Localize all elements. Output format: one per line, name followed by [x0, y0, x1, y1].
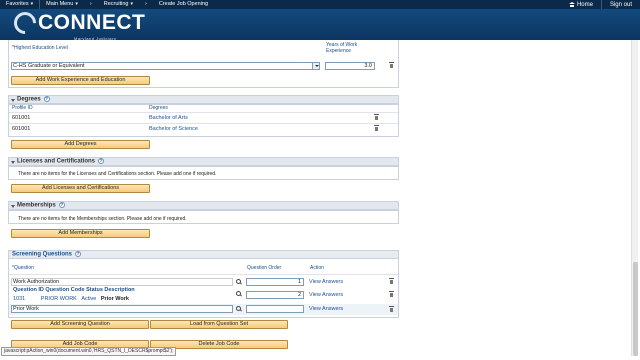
tooltip-row[interactable]: 1031 PRIOR WORK Active Prior Work [13, 296, 129, 302]
screening-section-header: Screening Questions? [8, 250, 399, 259]
add-screening-question-button[interactable]: Add Screening Question [11, 320, 149, 329]
licenses-section-header[interactable]: Licenses and Certifications? [8, 157, 399, 166]
question-prompt-tooltip: Question ID Question Code Status Descrip… [11, 286, 233, 304]
add-memberships-button[interactable]: Add Memberships [11, 229, 150, 238]
main-menu[interactable]: Main Menu ▾ [40, 0, 84, 9]
top-nav-bar: Favorites ▾ Main Menu ▾ › Recruiting ▾ › Cr… [0, 0, 640, 9]
chevron-down-icon[interactable] [312, 63, 319, 69]
collapse-triangle-icon[interactable] [11, 160, 15, 164]
breadcrumb-separator: › [89, 1, 92, 7]
screening-col-question: *Question [12, 265, 34, 271]
licenses-empty-text: There are no items for the Licenses and … [18, 171, 217, 177]
chevron-down-icon: ▾ [30, 1, 34, 7]
degree-link[interactable]: Bachelor of Arts [149, 115, 188, 121]
tooltip-question-code: PRIOR WORK [40, 296, 77, 302]
home-link[interactable]: Home [561, 2, 601, 8]
add-degrees-button[interactable]: Add Degrees [11, 140, 150, 149]
tooltip-header-status: Status [86, 287, 103, 293]
trash-icon[interactable] [374, 114, 379, 120]
memberships-section-header[interactable]: Memberships? [8, 201, 399, 210]
browser-status-bar: javascript:pAction_win0(document.win0,'H… [1, 347, 177, 356]
add-licenses-button[interactable]: Add Licenses and Certifications [11, 184, 150, 193]
degrees-col-degrees: Degrees [149, 105, 168, 111]
search-icon[interactable] [236, 306, 241, 311]
view-answers-link[interactable]: View Answers [309, 279, 343, 285]
memberships-title: Memberships [17, 202, 56, 209]
tooltip-header-id: Question ID [13, 287, 44, 293]
screening-col-order: Question Order [247, 265, 282, 271]
degree-link[interactable]: Bachelor of Science [149, 126, 198, 132]
logo-mark-icon [9, 7, 41, 39]
education-level-value: C-HS Graduate or Equivalent [13, 63, 85, 69]
tooltip-question-id[interactable]: 1031 [13, 296, 25, 302]
row-divider [9, 123, 398, 124]
vertical-scrollbar[interactable] [631, 40, 638, 356]
screening-title: Screening Questions [12, 251, 73, 258]
question-order-input[interactable]: 1 [246, 278, 304, 286]
degrees-title: Degrees [17, 96, 41, 103]
question-order-input[interactable]: 2 [246, 291, 304, 299]
trash-icon[interactable] [389, 291, 394, 297]
row-divider [9, 112, 398, 113]
tooltip-description: Prior Work [100, 296, 129, 302]
main-menu-label: Main Menu [46, 1, 74, 7]
breadcrumb-recruiting[interactable]: Recruiting ▾ [98, 0, 139, 9]
view-answers-link[interactable]: View Answers [309, 306, 343, 312]
chevron-down-icon: ▾ [75, 1, 78, 7]
view-answers-link[interactable]: View Answers [309, 292, 343, 298]
logo-text: CONNECT [38, 11, 146, 34]
trash-icon[interactable] [389, 306, 394, 312]
load-from-question-set-button[interactable]: Load from Question Set [150, 320, 288, 329]
trash-icon[interactable] [374, 125, 379, 131]
memberships-empty-text: There are no items for the Memberships s… [18, 216, 187, 222]
scrollbar-thumb[interactable] [633, 262, 638, 356]
question-input[interactable]: Prior Work [11, 305, 233, 313]
trash-icon[interactable] [389, 62, 394, 68]
degrees-col-profile-id: Profile ID [12, 105, 33, 111]
tooltip-header-description: Description [104, 287, 135, 293]
chevron-down-icon: ▾ [130, 1, 133, 7]
sign-out-link[interactable]: Sign out [602, 2, 640, 8]
question-order-input[interactable] [246, 305, 304, 313]
favorites-label: Favorites [6, 1, 29, 7]
home-icon [568, 2, 575, 7]
breadcrumb-recruiting-label: Recruiting [103, 1, 129, 7]
collapse-triangle-icon[interactable] [11, 98, 15, 102]
tooltip-header-code: Question Code [45, 287, 85, 293]
help-icon[interactable]: ? [43, 96, 50, 102]
licenses-title: Licenses and Certifications [17, 158, 96, 165]
tooltip-status: Active [81, 296, 97, 302]
education-level-label: *Highest Education Level [12, 45, 68, 51]
degrees-section-header[interactable]: Degrees? [8, 95, 399, 104]
breadcrumb-separator: › [145, 1, 147, 7]
collapse-triangle-icon[interactable] [11, 204, 15, 208]
breadcrumb-create-job-opening[interactable]: Create Job Opening [153, 0, 214, 9]
search-icon[interactable] [236, 279, 241, 284]
help-icon[interactable]: ? [58, 202, 65, 208]
years-experience-label: Years of Work Experience [326, 42, 358, 54]
search-icon[interactable] [236, 291, 241, 296]
connect-logo: CONNECT [9, 7, 146, 39]
degree-profile-id: 601001 [12, 126, 31, 132]
help-icon[interactable]: ? [75, 251, 82, 257]
row-divider [9, 274, 398, 275]
home-label: Home [576, 1, 593, 8]
screening-col-action: Action [310, 265, 324, 271]
degrees-grid [8, 104, 399, 137]
years-experience-input[interactable]: 3.0 [325, 62, 375, 70]
trash-icon[interactable] [389, 278, 394, 284]
favorites-menu[interactable]: Favorites ▾ [0, 0, 39, 9]
question-input[interactable]: Work Authorization [11, 278, 233, 286]
add-work-experience-button[interactable]: Add Work Experience and Education [11, 76, 150, 85]
header-banner: CONNECT Maryland Judiciary [0, 7, 640, 41]
help-icon[interactable]: ? [98, 158, 105, 164]
degree-profile-id: 601001 [12, 115, 31, 121]
tooltip-header: Question ID Question Code Status Descrip… [13, 287, 135, 293]
education-level-select[interactable]: C-HS Graduate or Equivalent [11, 62, 320, 70]
